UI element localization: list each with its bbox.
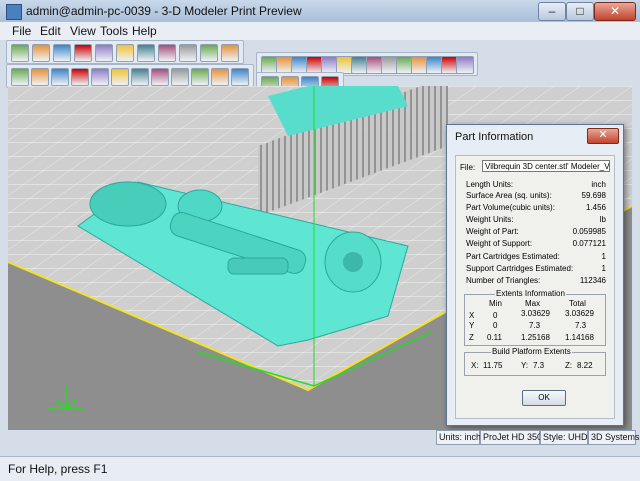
rotate-icon[interactable]: [53, 44, 71, 62]
window-title: admin@admin-pc-0039 - 3-D Modeler Print …: [26, 4, 302, 18]
menu-bar: File Edit View Tools Help: [0, 22, 640, 40]
zoom-in-icon[interactable]: [91, 68, 109, 86]
orient-icon[interactable]: [31, 68, 49, 86]
app-icon: [6, 4, 22, 20]
dialog-title: Part Information: [455, 131, 534, 143]
slice-icon[interactable]: [191, 68, 209, 86]
scale-icon[interactable]: [95, 44, 113, 62]
info-row: Surface Area (sq. units): 59.698: [466, 191, 606, 200]
build-platform-group: Build Platform Extents X: 11.75 Y: 7.3 Z…: [464, 347, 606, 376]
info-row: Weight of Part: 0.059985: [466, 227, 606, 236]
info-row: Support Cartridges Estimated: 1: [466, 264, 606, 273]
status-printer: ProJet HD 3500: [480, 430, 547, 445]
undo-icon[interactable]: [158, 44, 176, 62]
cut-icon[interactable]: [179, 44, 197, 62]
save-icon[interactable]: [32, 44, 50, 62]
pan-icon[interactable]: [131, 68, 149, 86]
file-label: File:: [460, 163, 476, 172]
select-icon[interactable]: [11, 68, 29, 86]
print-icon[interactable]: [221, 44, 239, 62]
dialog-close-button[interactable]: ✕: [587, 128, 619, 144]
maximize-button[interactable]: □: [566, 2, 594, 21]
flip-icon[interactable]: [74, 44, 92, 62]
ok-button[interactable]: OK: [522, 390, 566, 406]
part-information-dialog: Part Information ✕ File: Vilbrequin 3D c…: [446, 124, 624, 426]
menu-help[interactable]: Help: [132, 24, 157, 38]
title-bar: admin@admin-pc-0039 - 3-D Modeler Print …: [0, 0, 640, 23]
view-reset-icon[interactable]: [456, 56, 474, 74]
toolbar-edit: [6, 64, 254, 88]
minimize-button[interactable]: –: [538, 2, 566, 21]
file-field[interactable]: Vilbrequin 3D center.stl' Modeler_Verifi…: [482, 160, 610, 172]
color-icon[interactable]: [231, 68, 249, 86]
status-company: 3D Systems, Inc.: [588, 430, 640, 445]
move-icon[interactable]: [116, 44, 134, 62]
menu-tools[interactable]: Tools: [100, 24, 128, 38]
info-row: Part Cartridges Estimated: 1: [466, 252, 606, 261]
info-row: Weight of Support: 0.077121: [466, 239, 606, 248]
paste-icon[interactable]: [71, 68, 89, 86]
info-row: Weight Units: lb: [466, 215, 606, 224]
right-frame: [632, 40, 640, 456]
extents-group: Extents Information Min Max Total X 0 3.…: [464, 289, 606, 346]
info-row: Part Volume(cubic units): 1.456: [466, 203, 606, 212]
app-window: admin@admin-pc-0039 - 3-D Modeler Print …: [0, 0, 640, 481]
stop-icon[interactable]: [200, 44, 218, 62]
menu-view[interactable]: View: [70, 24, 96, 38]
measure-icon[interactable]: [151, 68, 169, 86]
open-icon[interactable]: [11, 44, 29, 62]
toolbar-main: [6, 40, 244, 64]
fit-icon[interactable]: [211, 68, 229, 86]
status-bar: For Help, press F1: [0, 456, 640, 481]
zoom-out-icon[interactable]: [111, 68, 129, 86]
status-units: Units: inch: [436, 430, 481, 445]
info-row: Number of Triangles: 112346: [466, 276, 606, 285]
status-style: Style: UHD: [540, 430, 588, 445]
support-icon[interactable]: [171, 68, 189, 86]
menu-file[interactable]: File: [12, 24, 31, 38]
menu-edit[interactable]: Edit: [40, 24, 61, 38]
settings-icon[interactable]: [137, 44, 155, 62]
dialog-body: File: Vilbrequin 3D center.stl' Modeler_…: [455, 155, 615, 419]
copy-icon[interactable]: [51, 68, 69, 86]
close-button[interactable]: ✕: [594, 2, 636, 21]
status-help-text: For Help, press F1: [8, 462, 108, 476]
info-row: Length Units: inch: [466, 180, 606, 189]
